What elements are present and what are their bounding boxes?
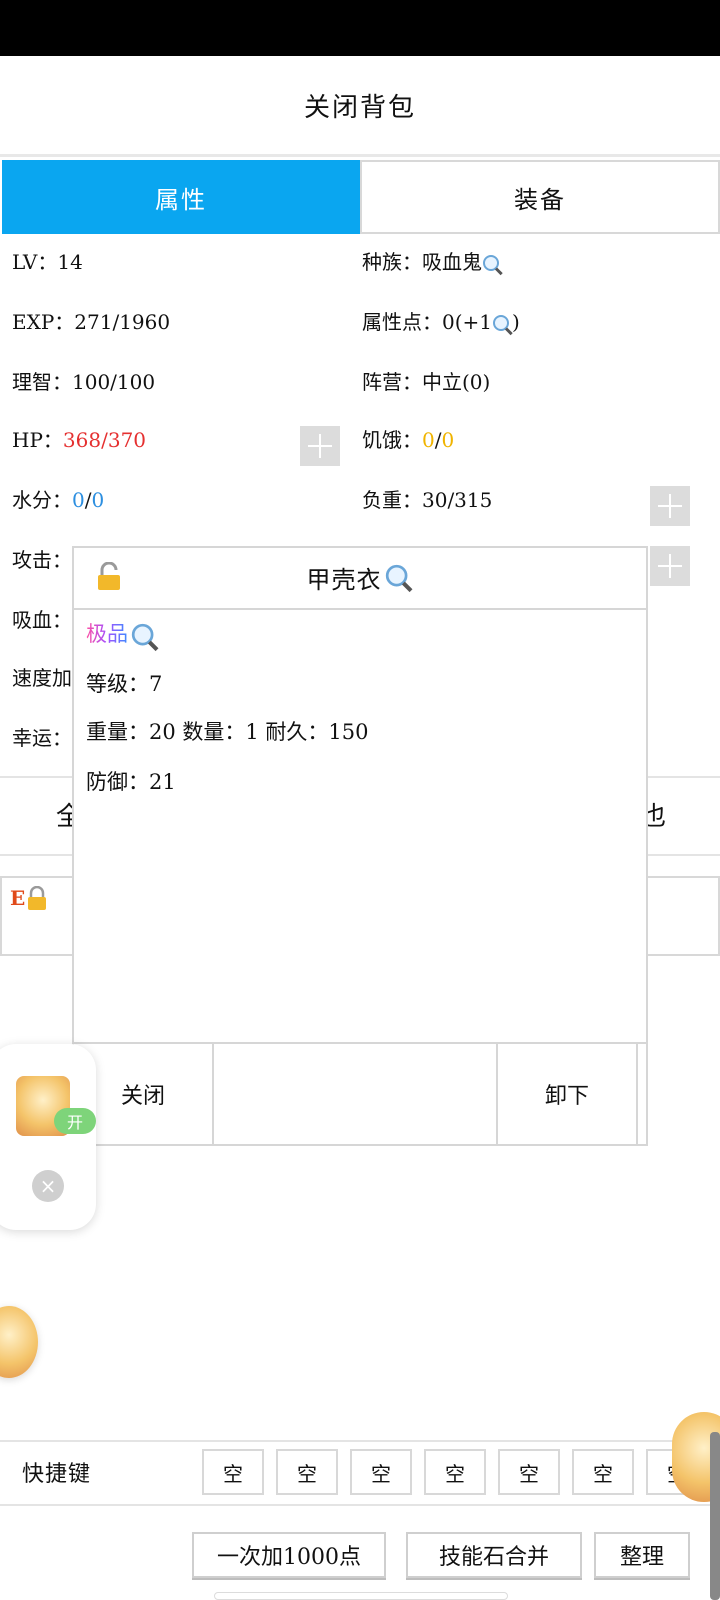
status-bar <box>0 0 720 56</box>
popup-title: 甲壳衣 <box>74 548 646 606</box>
slot-tag: E <box>10 886 26 910</box>
widget-toggle[interactable]: 开 <box>54 1108 96 1134</box>
item-info: 重量：20 数量：1 耐久：150 <box>86 720 369 744</box>
item-detail-popup: 甲壳衣 极品 等级：7 重量：20 数量：1 耐久：150 防御：21 关闭 卸… <box>72 546 648 1146</box>
tab-attributes[interactable]: 属性 <box>2 160 360 234</box>
add-1000-points-button[interactable]: 一次加1000点 <box>192 1532 386 1578</box>
stat-plus-button[interactable] <box>650 546 690 586</box>
popup-header: 甲壳衣 <box>74 548 646 610</box>
search-icon[interactable] <box>482 254 502 274</box>
search-icon[interactable] <box>492 314 512 334</box>
speed-stat: 速度加 <box>12 666 72 690</box>
item-level: 等级：7 <box>86 672 163 696</box>
hunger-current: 0 <box>422 428 435 452</box>
water-label: 水分： <box>12 488 72 512</box>
exp-stat: EXP：271/1960 <box>12 310 171 334</box>
close-bag-button[interactable]: 关闭背包 <box>0 56 720 154</box>
level-stat: LV：14 <box>12 250 83 274</box>
luck-stat: 幸运： <box>12 726 72 750</box>
search-icon[interactable] <box>384 564 411 591</box>
race-stat: 种族：吸血鬼 <box>362 246 502 275</box>
tab-bar: 属性 装备 <box>0 154 720 234</box>
hp-label: HP： <box>12 428 63 452</box>
sanity-stat: 理智：100/100 <box>12 370 156 394</box>
quick-slot[interactable]: 空 <box>424 1449 486 1495</box>
floating-widget-panel <box>0 1044 96 1230</box>
attribute-points-stat: 属性点：0(+1) <box>362 306 520 335</box>
popup-footer: 关闭 卸下 <box>74 1042 646 1144</box>
water-stat: 水分：0/0 <box>12 484 104 513</box>
lock-icon <box>28 886 46 910</box>
hp-current: 368 <box>62 428 102 452</box>
quick-slot[interactable]: 空 <box>276 1449 338 1495</box>
quick-slot[interactable]: 空 <box>572 1449 634 1495</box>
grade-label: 极品 <box>86 622 128 646</box>
weight-plus-button[interactable] <box>650 486 690 526</box>
water-current: 0 <box>72 488 85 512</box>
search-icon[interactable] <box>131 622 158 649</box>
hp-separator: / <box>101 428 108 452</box>
widget-close-icon[interactable]: × <box>32 1170 64 1202</box>
lifesteal-stat: 吸血： <box>12 608 72 632</box>
popup-empty-button <box>214 1044 498 1144</box>
item-name: 甲壳衣 <box>306 565 382 594</box>
attack-stat: 攻击： <box>12 548 72 572</box>
race-label: 种族： <box>362 250 422 274</box>
attribute-points-label: 属性点： <box>362 310 442 334</box>
race-value: 吸血鬼 <box>422 250 482 274</box>
hp-max: 370 <box>107 428 147 452</box>
hunger-label: 饥饿： <box>362 428 422 452</box>
hunger-stat: 饥饿：0/0 <box>362 424 454 453</box>
mascot-float-icon[interactable] <box>0 1306 38 1378</box>
scrollbar[interactable] <box>710 1432 720 1600</box>
weight-stat: 负重：30/315 <box>362 488 493 512</box>
quickbar: 快捷键 空 空 空 空 空 空 空 <box>0 1440 720 1506</box>
tab-equipment[interactable]: 装备 <box>360 160 720 234</box>
water-max: 0 <box>91 488 105 512</box>
hp-stat: HP：368/370 <box>12 424 146 453</box>
item-defense: 防御：21 <box>86 770 176 794</box>
merge-skill-stones-button[interactable]: 技能石合并 <box>406 1532 582 1578</box>
quickbar-label: 快捷键 <box>22 1462 92 1487</box>
home-indicator <box>214 1592 508 1600</box>
attribute-points-close: ) <box>512 310 520 334</box>
hp-plus-button[interactable] <box>300 426 340 466</box>
sort-button[interactable]: 整理 <box>594 1532 690 1578</box>
quick-slot[interactable]: 空 <box>498 1449 560 1495</box>
quick-slot[interactable]: 空 <box>350 1449 412 1495</box>
item-grade: 极品 <box>86 618 160 648</box>
attribute-points-value: 0(+1 <box>442 310 493 334</box>
faction-stat: 阵营：中立(0) <box>362 370 491 394</box>
hunger-max: 0 <box>441 428 455 452</box>
quick-slot[interactable]: 空 <box>202 1449 264 1495</box>
unequip-button[interactable]: 卸下 <box>498 1044 638 1144</box>
